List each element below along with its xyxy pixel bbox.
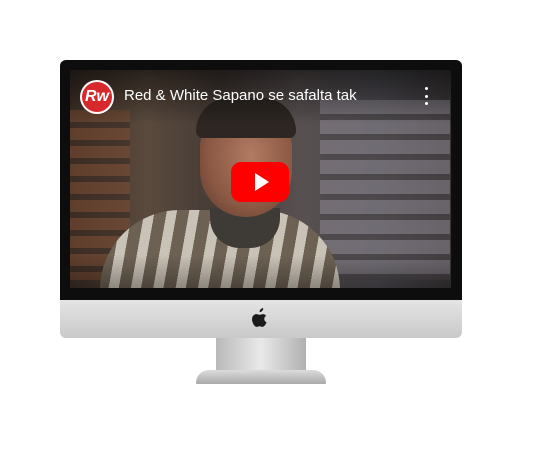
play-button[interactable] xyxy=(231,162,289,202)
more-vertical-icon[interactable] xyxy=(423,87,429,105)
video-title[interactable]: Red & White Sapano se safalta tak xyxy=(124,87,357,104)
monitor-stand-base xyxy=(196,370,326,384)
monitor-stand xyxy=(216,338,306,372)
play-icon xyxy=(254,173,269,191)
channel-logo[interactable]: Rw xyxy=(80,80,114,114)
imac-mockup: Rw Red & White Sapano se safalta tak xyxy=(0,0,553,451)
apple-logo-icon xyxy=(252,308,267,327)
video-player[interactable]: Rw Red & White Sapano se safalta tak xyxy=(70,70,451,288)
channel-logo-text: Rw xyxy=(85,88,109,105)
